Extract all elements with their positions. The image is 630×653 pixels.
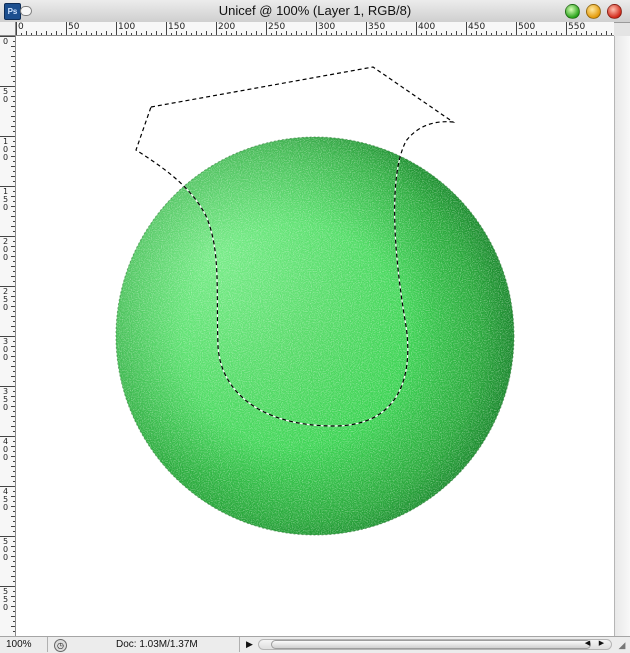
title-bar: Ps Unicef @ 100% (Layer 1, RGB/8) xyxy=(0,0,630,23)
hruler-label-500: 500 xyxy=(518,22,536,32)
hruler-label-50: 50 xyxy=(68,22,80,32)
hruler-label-350: 350 xyxy=(368,22,386,32)
scroll-right-arrow-icon[interactable]: ▶ xyxy=(596,638,607,650)
vruler-label-50: 50 xyxy=(2,87,9,104)
vertical-scrollbar[interactable] xyxy=(614,36,630,636)
hruler-label-450: 450 xyxy=(468,22,486,32)
window-title: Unicef @ 100% (Layer 1, RGB/8) xyxy=(218,3,412,18)
vruler-label-300: 300 xyxy=(2,337,9,362)
vruler-label-450: 450 xyxy=(2,487,9,512)
minimize-icon[interactable] xyxy=(586,4,601,19)
vruler-label-0: 0 xyxy=(2,37,9,46)
hruler-label-400: 400 xyxy=(418,22,436,32)
vruler-label-100: 100 xyxy=(2,137,9,162)
horizontal-scrollbar[interactable] xyxy=(258,639,612,650)
horizontal-scroll-thumb[interactable] xyxy=(271,640,591,649)
zoom-level-field[interactable]: 100% xyxy=(2,637,48,652)
document-info[interactable]: Doc: 1.03M/1.37M xyxy=(72,637,240,652)
status-bar: 100% ◷ Doc: 1.03M/1.37M ▶ ◀ ▶ ◢ xyxy=(0,636,630,653)
hruler-label-300: 300 xyxy=(318,22,336,32)
hruler-label-100: 100 xyxy=(118,22,136,32)
hruler-label-550: 550 xyxy=(568,22,586,32)
resize-grip-icon[interactable]: ◢ xyxy=(614,637,630,653)
scroll-left-arrow-icon[interactable]: ◀ xyxy=(582,638,593,650)
ruler-origin[interactable] xyxy=(0,22,16,36)
status-menu-arrow-icon[interactable]: ▶ xyxy=(244,638,255,650)
hruler-label-150: 150 xyxy=(168,22,186,32)
canvas-artwork xyxy=(16,36,614,636)
hruler-label-250: 250 xyxy=(268,22,286,32)
horizontal-ruler[interactable]: 0 50 100 150 200 250 300 350 400 450 500… xyxy=(16,22,614,36)
vertical-ruler[interactable]: 0 50 100 150 200 250 300 350 400 450 500… xyxy=(0,36,16,636)
zoom-icon[interactable] xyxy=(565,4,580,19)
vruler-label-200: 200 xyxy=(2,237,9,262)
vruler-label-500: 500 xyxy=(2,537,9,562)
vruler-label-150: 150 xyxy=(2,187,9,212)
hruler-label-200: 200 xyxy=(218,22,236,32)
clock-icon[interactable]: ◷ xyxy=(54,639,67,652)
vruler-label-350: 350 xyxy=(2,387,9,412)
hruler-label-0: 0 xyxy=(18,22,24,32)
document-canvas[interactable] xyxy=(16,36,614,636)
vruler-label-550: 550 xyxy=(2,587,9,612)
close-icon[interactable] xyxy=(607,4,622,19)
vruler-label-400: 400 xyxy=(2,437,9,462)
vruler-label-250: 250 xyxy=(2,287,9,312)
